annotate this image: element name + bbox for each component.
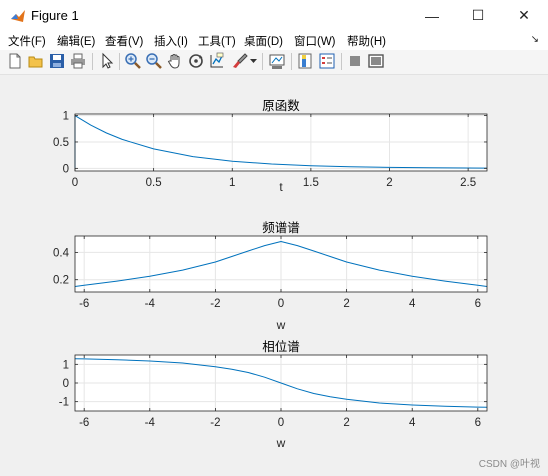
chart2-x-tick-label: -2 <box>210 298 220 310</box>
toolbar-separator <box>262 53 263 70</box>
chart1-x-tick-label: 2.5 <box>460 177 476 189</box>
brush-dropdown-icon[interactable] <box>250 58 257 64</box>
menu-window[interactable]: 窗口(W) <box>294 33 336 49</box>
chart3-x-tick-label: 4 <box>409 417 416 429</box>
chart1-title: 原函数 <box>262 98 300 113</box>
chart1-axes-background <box>75 114 487 171</box>
chart3-y-tick-label: 1 <box>63 359 69 371</box>
minimize-icon: — <box>425 7 439 24</box>
show-plot-tools-icon[interactable] <box>367 52 385 70</box>
chart2-y-tick-label: 0.4 <box>53 247 70 259</box>
chart3-x-tick-label: -6 <box>79 417 89 429</box>
brush-icon[interactable] <box>231 52 249 70</box>
menu-view[interactable]: 查看(V) <box>105 33 143 49</box>
menu-edit[interactable]: 编辑(E) <box>57 33 95 49</box>
chart3-title: 相位谱 <box>262 339 300 354</box>
matlab-logo-icon <box>11 10 25 22</box>
menu-file[interactable]: 文件(F) <box>8 33 46 49</box>
hide-plot-tools-icon[interactable] <box>346 52 364 70</box>
chart3-x-tick-label: 0 <box>278 417 284 429</box>
chart1-x-tick-label: 0.5 <box>146 177 162 189</box>
maximize-button[interactable]: ☐ <box>455 0 501 31</box>
toolbar-separator <box>92 53 93 70</box>
plot-svg: 0 0.5 1 1.5 2 2.5 0 0.5 1 原函数 t -6 -4 -2 0 2 4 6 0.2 0.4 频谱谱… <box>53 98 488 450</box>
watermark-text: CSDN @叶视 <box>478 459 540 470</box>
chart2-x-axis-label: w <box>276 318 286 332</box>
chart3-y-tick-label: 0 <box>63 378 69 390</box>
minimize-button[interactable]: — <box>409 0 455 31</box>
chart2-x-tick-label: 6 <box>475 298 481 310</box>
chart2-x-tick-label: 0 <box>278 298 284 310</box>
chart1-y-tick-label: 0 <box>63 163 69 175</box>
figure-canvas[interactable]: 0 0.5 1 1.5 2 2.5 0 0.5 1 原函数 t -6 -4 -2 0 2 4 6 0.2 0.4 频谱谱… <box>5 75 543 471</box>
colorbar-icon[interactable] <box>296 52 314 70</box>
toolbar-separator <box>341 53 342 70</box>
menu-desktop[interactable]: 桌面(D) <box>244 33 283 49</box>
title-bar[interactable]: Figure 1 — ☐ ✕ <box>0 0 548 31</box>
select-arrow-icon[interactable] <box>98 52 116 70</box>
save-icon[interactable] <box>48 52 66 70</box>
menu-tools[interactable]: 工具(T) <box>198 33 236 49</box>
open-file-icon[interactable] <box>27 52 45 70</box>
close-button[interactable]: ✕ <box>501 0 547 31</box>
toolbar-separator <box>119 53 120 70</box>
data-cursor-icon[interactable] <box>208 52 226 70</box>
print-icon[interactable] <box>69 52 87 70</box>
chart2-x-tick-label: -4 <box>145 298 156 310</box>
chart3-x-axis-label: w <box>276 436 286 450</box>
dock-arrow-icon[interactable]: ↘ <box>531 34 539 45</box>
chart1-y-tick-label: 0.5 <box>53 137 69 149</box>
chart2-y-tick-label: 0.2 <box>53 275 69 287</box>
link-plot-icon[interactable] <box>268 52 286 70</box>
toolbar-separator <box>291 53 292 70</box>
chart3-x-tick-label: 6 <box>475 417 481 429</box>
zoom-in-icon[interactable] <box>124 52 142 70</box>
maximize-icon: ☐ <box>471 7 485 23</box>
chart2-x-tick-label: -6 <box>79 298 89 310</box>
chart3-x-tick-label: 2 <box>343 417 349 429</box>
chart3-y-tick-label: -1 <box>59 397 69 409</box>
close-icon: ✕ <box>518 7 530 23</box>
chart1-x-tick-label: 1.5 <box>303 177 319 189</box>
pan-hand-icon[interactable] <box>166 52 184 70</box>
menu-insert[interactable]: 插入(I) <box>154 33 188 49</box>
chart2-x-tick-label: 2 <box>343 298 349 310</box>
chart3-x-tick-label: -4 <box>145 417 156 429</box>
new-figure-icon[interactable] <box>6 52 24 70</box>
chart1-x-axis-label: t <box>279 180 283 194</box>
zoom-out-icon[interactable] <box>145 52 163 70</box>
chart1-x-tick-label: 0 <box>72 177 78 189</box>
chart1-y-tick-label: 1 <box>63 111 69 123</box>
menu-help[interactable]: 帮助(H) <box>347 33 386 49</box>
chart2-x-tick-label: 4 <box>409 298 416 310</box>
chart1-x-tick-label: 2 <box>386 177 392 189</box>
figure-toolbar <box>0 50 548 75</box>
chart3-x-tick-label: -2 <box>210 417 220 429</box>
chart1-x-tick-label: 1 <box>229 177 235 189</box>
window-title: Figure 1 <box>31 8 79 23</box>
menu-bar: 文件(F) 编辑(E) 查看(V) 插入(I) 工具(T) 桌面(D) 窗口(W… <box>0 31 548 50</box>
rotate-3d-icon[interactable] <box>187 52 205 70</box>
chart2-title: 频谱谱 <box>262 221 300 235</box>
legend-icon[interactable] <box>318 52 336 70</box>
